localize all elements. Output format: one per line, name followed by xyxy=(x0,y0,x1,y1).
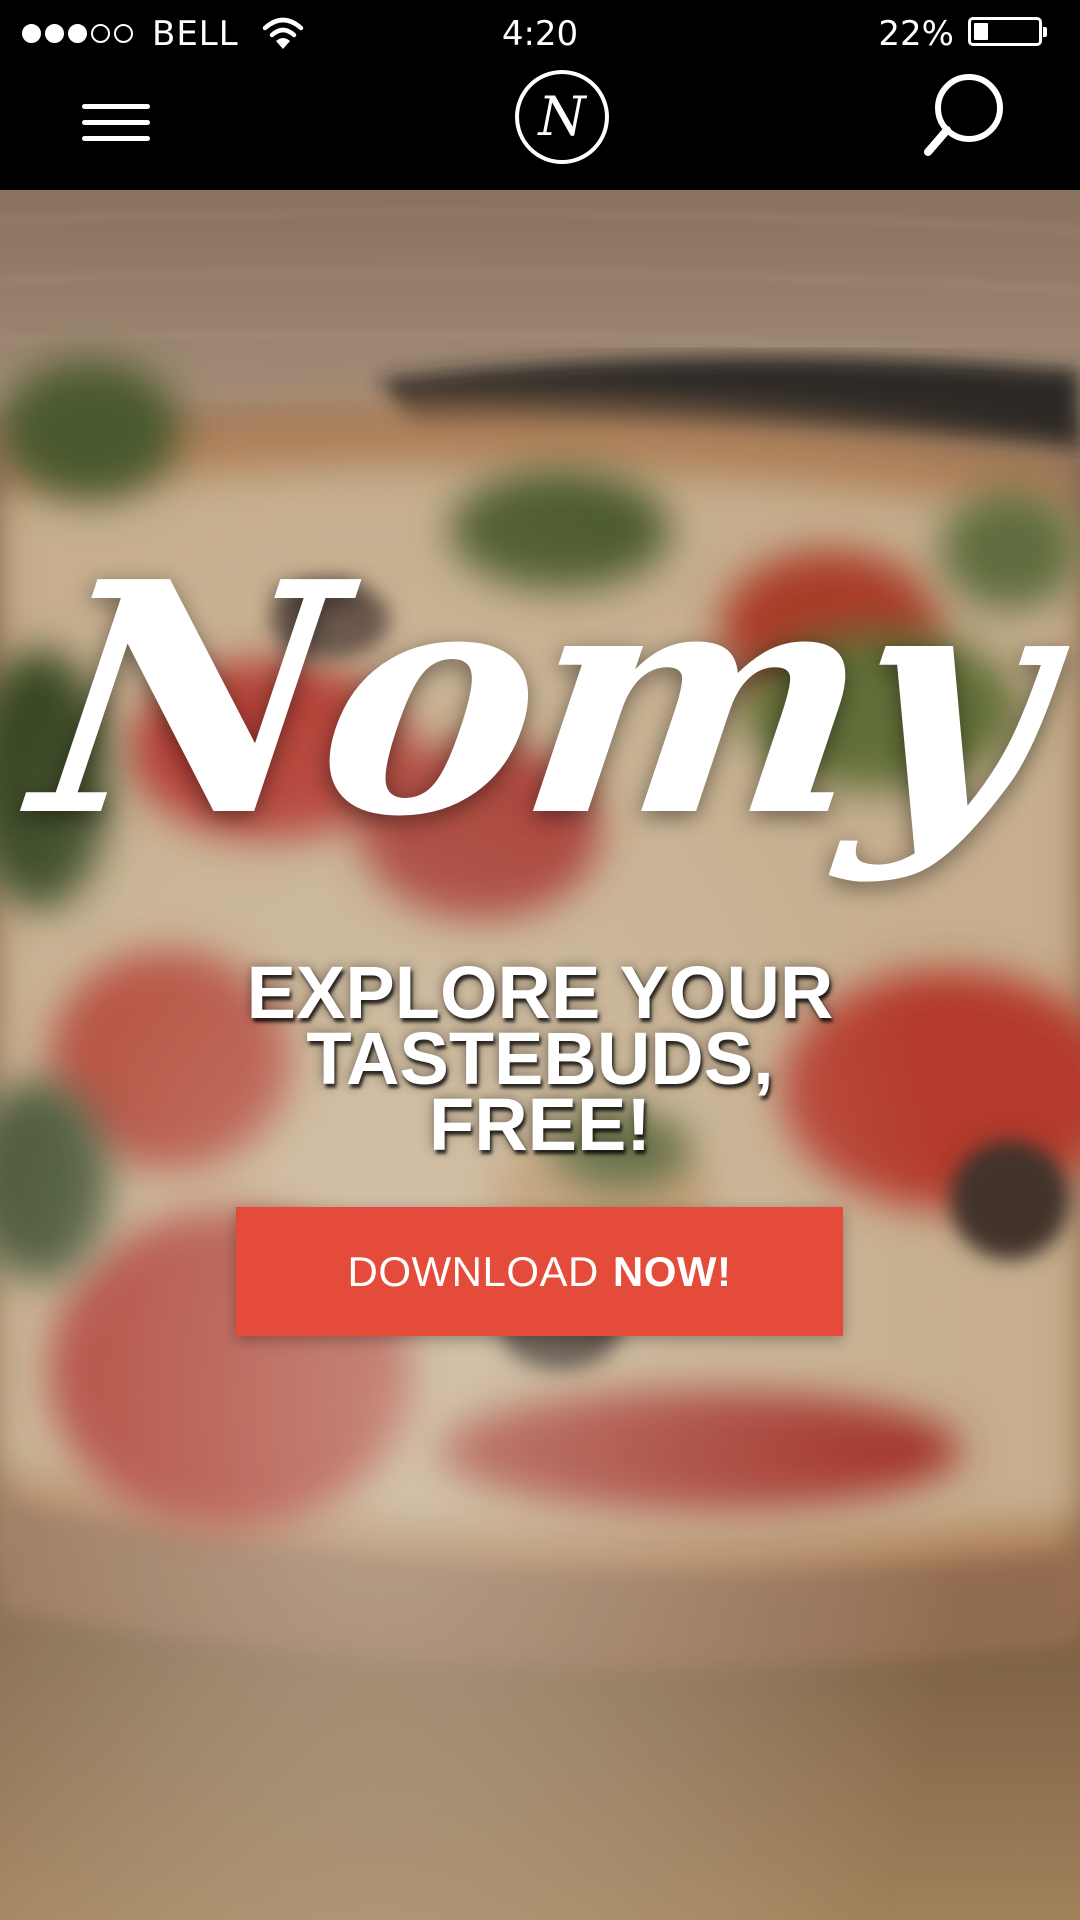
status-bar: BELL 4:20 22% xyxy=(0,0,1080,68)
battery-icon xyxy=(968,17,1047,46)
download-now-button[interactable]: DOWNLOAD NOW! xyxy=(236,1207,843,1336)
top-nav-bar: N xyxy=(0,68,1080,190)
hero-content: Nomy EXPLORE YOUR TASTEBUDS, FREE! DOWNL… xyxy=(0,190,1080,1920)
app-logo-badge: N xyxy=(515,70,609,164)
tagline-line-3: FREE! xyxy=(429,1083,651,1166)
battery-level xyxy=(974,23,988,40)
app-screen: BELL 4:20 22% N Nomy EXPLORE YOUR TASTEB… xyxy=(0,0,1080,1920)
hero-section: Nomy EXPLORE YOUR TASTEBUDS, FREE! DOWNL… xyxy=(0,190,1080,1920)
download-button-label: DOWNLOAD xyxy=(347,1247,599,1295)
hamburger-menu-icon[interactable] xyxy=(80,98,152,148)
logo-letter: N xyxy=(538,85,586,148)
battery-percent: 22% xyxy=(878,14,954,54)
download-button-emphasis: NOW! xyxy=(612,1247,732,1295)
brand-wordmark: Nomy xyxy=(17,512,1063,886)
search-icon[interactable] xyxy=(922,68,1018,164)
tagline: EXPLORE YOUR TASTEBUDS, FREE! xyxy=(180,956,900,1166)
